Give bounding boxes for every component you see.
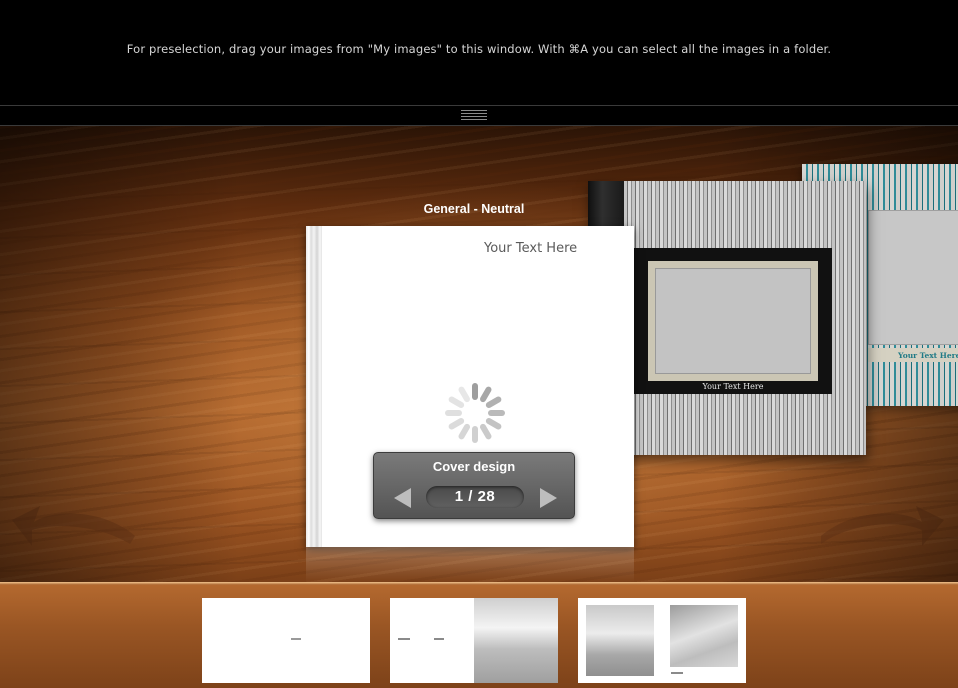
thumbnail-photo <box>586 605 654 676</box>
preselection-hint: For preselection, drag your images from … <box>126 42 832 56</box>
book-reflection <box>306 547 634 583</box>
rotate-left-arrow-icon[interactable] <box>10 500 140 560</box>
book-far-title: Your Text Here <box>898 351 958 360</box>
cover-text[interactable]: Your Text Here <box>484 241 577 256</box>
thumbnail-text-mark <box>671 672 683 674</box>
panel-resize-bar[interactable] <box>0 105 958 126</box>
page-thumbnail-3[interactable] <box>578 598 746 683</box>
previous-design-button[interactable] <box>394 488 411 508</box>
next-design-button[interactable] <box>540 488 557 508</box>
preselection-drop-area[interactable]: For preselection, drag your images from … <box>0 0 958 105</box>
cover-design-label: Cover design <box>432 459 516 474</box>
photo-placeholder <box>655 268 811 374</box>
page-counter: 1 / 28 <box>426 486 524 508</box>
rotate-right-arrow-icon[interactable] <box>816 500 946 560</box>
resize-grip-icon[interactable] <box>461 110 487 122</box>
loading-spinner-icon <box>445 383 505 443</box>
thumbnail-text-mark <box>291 638 301 640</box>
book-mid-title: Your Text Here <box>702 382 764 391</box>
page-counter-text: 1 / 28 <box>454 488 496 505</box>
thumbnail-photo <box>474 598 558 683</box>
book-spine <box>306 226 322 547</box>
photo-placeholder <box>868 210 958 345</box>
cover-design-panel: Cover design 1 / 28 <box>373 452 575 519</box>
thumbnail-photo <box>670 605 738 667</box>
thumbnail-text-mark <box>398 638 410 640</box>
thumbnail-text-mark <box>434 638 444 640</box>
page-thumbnail-2[interactable] <box>390 598 558 683</box>
design-title: General - Neutral <box>423 202 525 216</box>
page-thumbnail-1[interactable] <box>202 598 370 683</box>
